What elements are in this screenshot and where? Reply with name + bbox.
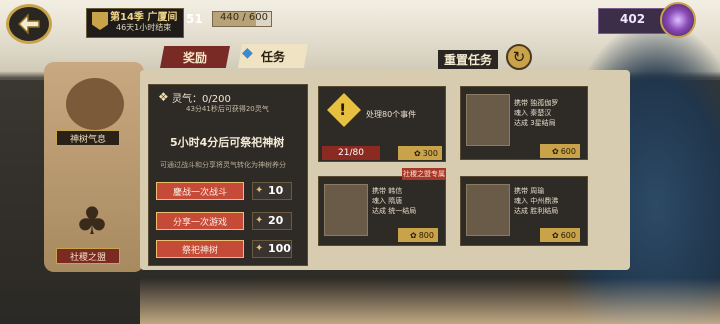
coin-icon: ✿ — [552, 146, 559, 156]
action-row: 分享一次游戏 ✦ 20 — [156, 212, 296, 232]
spirit-count: 灵气：0/200 — [172, 94, 231, 105]
action-ritual-button[interactable]: 祭祀神树 — [156, 240, 244, 258]
hero-requirements: 携带 周瑜 魂入 中州鼎沸 达成 胜利结局 — [514, 186, 558, 216]
task-reward-value: 600 — [560, 146, 576, 156]
action-value: 20 — [268, 214, 284, 227]
task-reward-value: 800 — [418, 230, 434, 240]
action-value: 100 — [268, 242, 291, 255]
currency-value: 402 — [620, 12, 646, 26]
tab-reward[interactable]: 奖励 — [160, 46, 230, 68]
altar-tree-icon[interactable]: ♣ — [62, 196, 122, 246]
task-reward-value: 600 — [560, 230, 576, 240]
hero-line: 达成 3星结局 — [514, 119, 556, 127]
action-row: 祭祀神树 ✦ 100 — [156, 240, 296, 260]
spirit-drop-icon: ✦ — [255, 243, 264, 254]
task-reward: ✿ 800 — [398, 228, 438, 242]
player-level: 51 — [186, 12, 203, 26]
hero-line: 携带 韩信 — [372, 187, 403, 195]
coin-icon: ✿ — [552, 230, 559, 240]
floor-flames-decoration — [140, 278, 720, 324]
currency-icon[interactable] — [660, 2, 696, 38]
sidebar-altar-button[interactable]: 社稷之盟 — [56, 248, 120, 264]
hero-line: 达成 统一结局 — [372, 207, 417, 215]
action-value: 10 — [268, 184, 284, 197]
task-progress: 21/80 — [322, 146, 380, 160]
hero-line: 达成 胜利结局 — [514, 207, 559, 215]
spirit-drop-icon: ✦ — [255, 215, 264, 226]
hero-portrait — [324, 184, 368, 236]
spirit-tree-icon[interactable] — [66, 78, 124, 130]
hero-line: 携带 独孤伽罗 — [514, 99, 559, 107]
hero-requirements: 携带 韩信 魂入 隋唐 达成 统一结局 — [372, 186, 416, 216]
spirit-drop-icon: ✦ — [255, 185, 264, 196]
tab-task-label: 任务 — [260, 49, 285, 64]
action-share-button[interactable]: 分享一次游戏 — [156, 212, 244, 230]
hero-line: 携带 周瑜 — [514, 187, 545, 195]
season-title: 第14季 广厦间 — [110, 12, 178, 23]
exclamation-icon: ! — [339, 100, 347, 119]
hero-portrait — [466, 94, 510, 146]
reset-task-label[interactable]: 重置任务 — [438, 50, 499, 69]
hero-line: 魂入 隋唐 — [372, 197, 403, 205]
task-title: 处理80个事件 — [366, 110, 417, 119]
refresh-icon[interactable]: ↻ — [506, 44, 532, 70]
hero-portrait — [466, 184, 510, 236]
hero-line: 魂入 秦楚汉 — [514, 109, 552, 117]
coin-icon: ✿ — [414, 148, 421, 158]
xp-text: 440 / 600 — [220, 12, 268, 23]
altar-exclusive-tag: 社稷之盟专属 — [402, 168, 446, 180]
coin-icon: ✿ — [410, 230, 417, 240]
diamond-icon: ◆ — [242, 45, 253, 61]
sidebar-spirit-button[interactable]: 神树气息 — [56, 130, 120, 146]
task-reward: ✿ 600 — [540, 144, 580, 158]
task-reward-value: 300 — [422, 148, 438, 158]
ritual-countdown: 5小时4分后可祭祀神树 — [170, 136, 285, 149]
task-reward: ✿ 300 — [398, 146, 442, 160]
hero-requirements: 携带 独孤伽罗 魂入 秦楚汉 达成 3星结局 — [514, 98, 558, 128]
spirit-hint: 43分41秒后可获得20灵气 — [186, 105, 269, 113]
back-button[interactable] — [6, 4, 52, 44]
convert-note: 可通过战斗和分享将灵气转化为神树养分 — [160, 161, 286, 169]
action-row: 鏖战一次战斗 ✦ 10 — [156, 182, 296, 202]
hero-line: 魂入 中州鼎沸 — [514, 197, 559, 205]
season-timer: 46天1小时结束 — [116, 23, 172, 32]
back-arrow-icon — [17, 13, 40, 35]
spirit-leaf-icon: ❖ — [158, 90, 169, 104]
action-battle-button[interactable]: 鏖战一次战斗 — [156, 182, 244, 200]
task-reward: ✿ 600 — [540, 228, 580, 242]
